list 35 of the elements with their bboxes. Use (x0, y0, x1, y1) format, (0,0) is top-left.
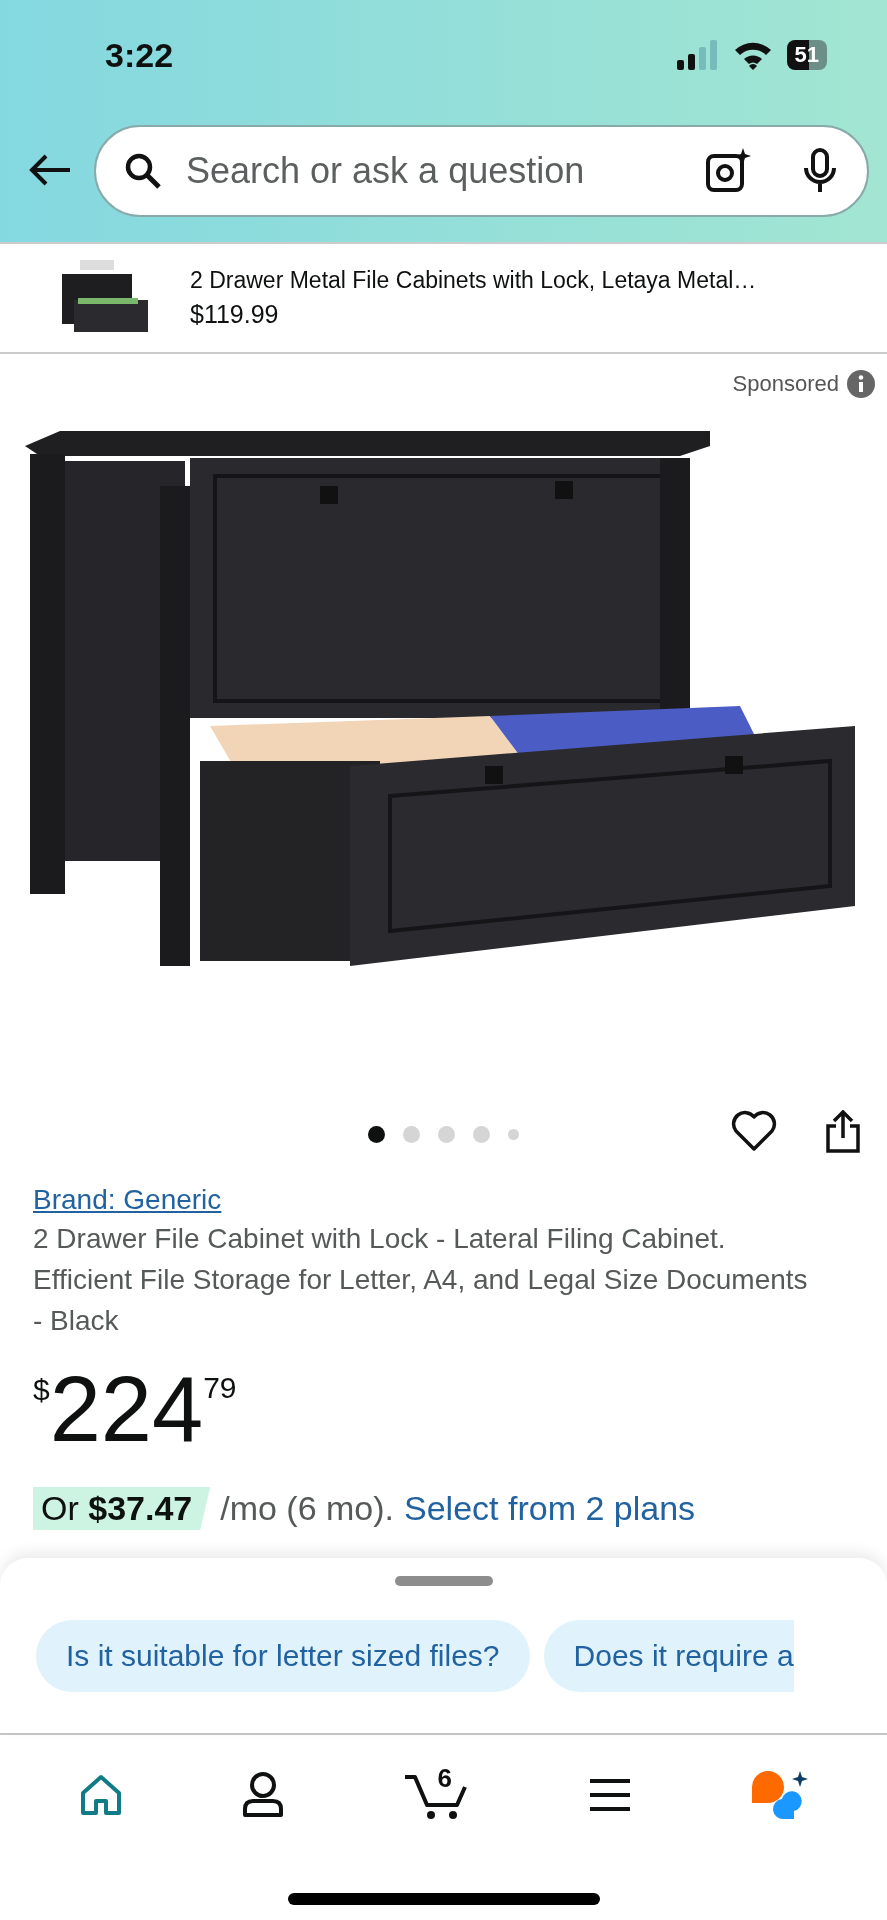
brand-link[interactable]: Brand: Generic (33, 1184, 222, 1216)
menu-icon (587, 1777, 632, 1813)
search-icon (124, 152, 162, 190)
ad-product-price: $119.99 (190, 300, 280, 329)
search-input[interactable]: Search or ask a question (184, 149, 683, 193)
monthly-payment-highlight: Or $37.47 (33, 1487, 211, 1530)
carousel-dot[interactable] (508, 1128, 519, 1140)
home-icon (79, 1773, 124, 1817)
cart-tab[interactable]: 6 (399, 1765, 474, 1825)
sponsored-label: Sponsored (732, 371, 839, 397)
sponsored-product-banner[interactable]: 2 Drawer Metal File Cabinets with Lock, Letaya Metal… $119.99 (0, 242, 887, 354)
person-icon (241, 1771, 286, 1819)
carousel-dot[interactable] (368, 1125, 385, 1143)
search-bar[interactable]: Search or ask a question (94, 125, 869, 217)
signal-icon (676, 40, 719, 70)
status-time: 3:22 (105, 35, 174, 75)
camera-icon[interactable] (705, 148, 751, 194)
back-arrow-icon (28, 152, 72, 187)
suggested-question-chip[interactable]: Is it suitable for letter sized files? (36, 1620, 530, 1692)
suggested-question-chip[interactable]: Does it require a (543, 1620, 794, 1692)
chat-bubbles-icon (749, 1769, 808, 1821)
carousel-dot[interactable] (403, 1125, 420, 1143)
payment-plans-link[interactable]: Select from 2 plans (404, 1489, 696, 1528)
carousel-dot[interactable] (438, 1125, 455, 1143)
info-icon[interactable] (847, 370, 875, 398)
heart-icon[interactable] (731, 1110, 777, 1152)
payment-terms: /mo (6 mo). (220, 1489, 395, 1528)
battery-indicator: 51 (786, 40, 827, 70)
cart-count: 6 (437, 1763, 452, 1794)
ad-product-title: 2 Drawer Metal File Cabinets with Lock, Letaya Metal… (190, 267, 757, 294)
carousel-dot[interactable] (473, 1125, 490, 1143)
microphone-icon[interactable] (803, 148, 837, 194)
sheet-handle[interactable] (394, 1576, 493, 1586)
share-icon[interactable] (825, 1110, 861, 1154)
product-title: 2 Drawer File Cabinet with Lock - Lateral Filing Cabinet. Efficient File Storage for Letter, A4, and Legal Size Documents - Black (33, 1222, 809, 1338)
